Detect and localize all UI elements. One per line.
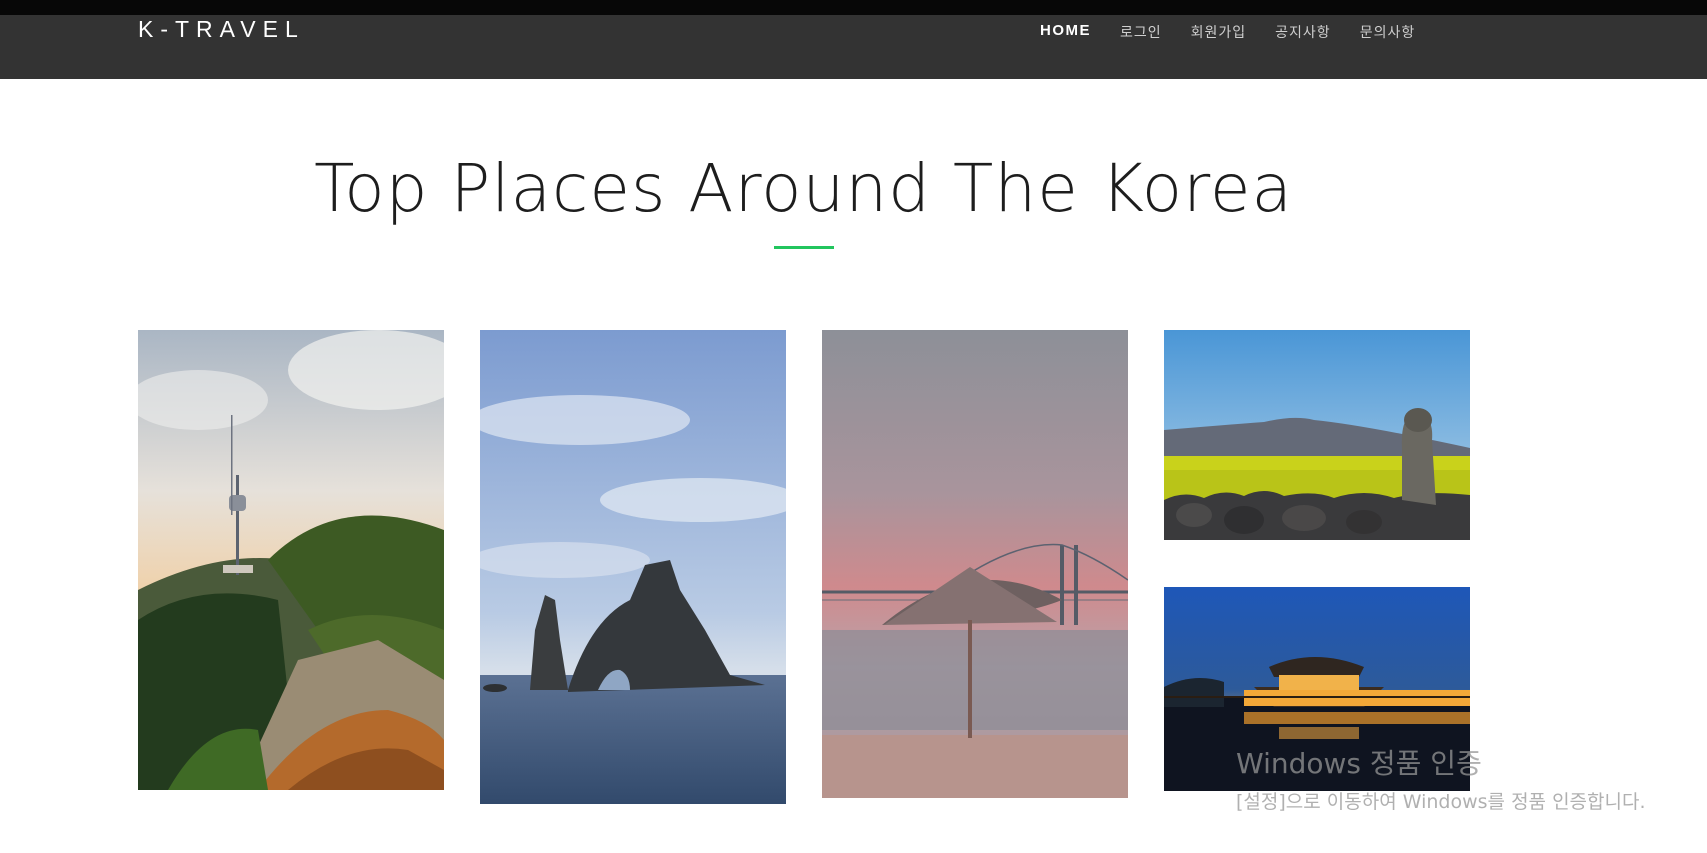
nav-notice[interactable]: 공지사항 — [1275, 22, 1331, 42]
windows-activation-watermark: Windows 정품 인증 [설정]으로 이동하여 Windows를 정품 인증… — [1236, 742, 1707, 817]
page-title: Top Places Around The Korea — [314, 150, 1293, 227]
title-divider — [774, 246, 834, 249]
nav-signup[interactable]: 회원가입 — [1191, 22, 1247, 42]
watermark-subtitle: [설정]으로 이동하여 Windows를 정품 인증합니다. — [1236, 791, 1646, 813]
nav-login[interactable]: 로그인 — [1120, 22, 1162, 42]
place-card-seoul-tower[interactable] — [138, 330, 444, 790]
brand-logo[interactable]: K-TRAVEL — [138, 16, 305, 43]
jeju-image — [1164, 330, 1470, 540]
main-nav: HOME 로그인 회원가입 공지사항 문의사항 — [1040, 22, 1444, 42]
place-card-bridge-beach[interactable] — [822, 330, 1128, 798]
sea-rock-image — [480, 330, 786, 804]
place-card-sea-rock[interactable] — [480, 330, 786, 804]
top-strip — [0, 0, 1707, 15]
bridge-beach-image — [822, 330, 1128, 798]
seoul-tower-image — [138, 330, 444, 790]
nav-inquiry[interactable]: 문의사항 — [1360, 22, 1416, 42]
navbar: K-TRAVEL HOME 로그인 회원가입 공지사항 문의사항 — [0, 15, 1707, 79]
nav-home[interactable]: HOME — [1040, 22, 1091, 42]
watermark-title: Windows 정품 인증 — [1236, 747, 1482, 780]
place-card-jeju[interactable] — [1164, 330, 1470, 540]
